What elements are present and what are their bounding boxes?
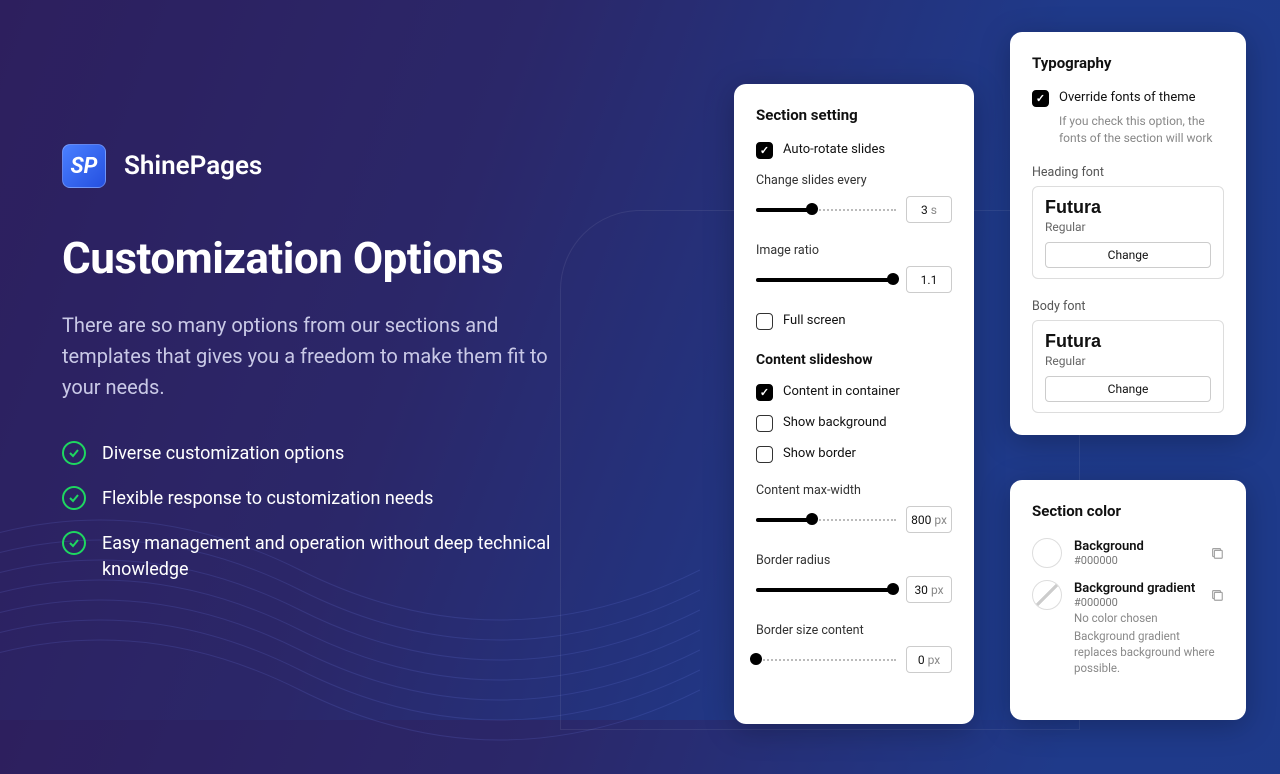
max-width-value[interactable]: 800px [906, 506, 952, 533]
body-font-name: Futura [1045, 331, 1211, 352]
border-radius-slider[interactable] [756, 587, 896, 593]
heading-font-label: Heading font [1032, 165, 1224, 180]
gradient-color-row[interactable]: Background gradient #000000 [1032, 580, 1224, 610]
image-ratio-slider[interactable] [756, 277, 896, 283]
border-radius-label: Border radius [756, 553, 952, 568]
change-slides-value[interactable]: 3s [906, 196, 952, 223]
section-color-panel: Section color Background #000000 Backgro… [1010, 480, 1246, 720]
feature-text: Flexible response to customization needs [102, 486, 433, 511]
heading-font-name: Futura [1045, 197, 1211, 218]
show-border-label: Show border [783, 446, 856, 461]
override-fonts-label: Override fonts of theme [1059, 90, 1196, 105]
background-color-row[interactable]: Background #000000 [1032, 538, 1224, 568]
check-circle-icon [62, 486, 86, 510]
content-slideshow-heading: Content slideshow [756, 352, 952, 368]
show-border-checkbox[interactable] [756, 446, 773, 463]
gradient-note-2: Background gradient replaces background … [1074, 628, 1224, 676]
image-ratio-label: Image ratio [756, 243, 952, 258]
change-slides-slider[interactable] [756, 207, 896, 213]
background-label: Background [1074, 539, 1198, 554]
gradient-label: Background gradient [1074, 581, 1198, 596]
typography-panel: Typography Override fonts of theme If yo… [1010, 32, 1246, 435]
change-heading-font-button[interactable]: Change [1045, 242, 1211, 268]
background-swatch[interactable] [1032, 538, 1062, 568]
border-size-slider[interactable] [756, 657, 896, 663]
feature-text: Easy management and operation without de… [102, 531, 562, 581]
show-background-checkbox[interactable] [756, 415, 773, 432]
section-setting-panel: Section setting Auto-rotate slides Chang… [734, 84, 974, 724]
full-screen-label: Full screen [783, 313, 846, 328]
body-font-label: Body font [1032, 299, 1224, 314]
body-font-box: Futura Regular Change [1032, 320, 1224, 413]
gradient-note-1: No color chosen [1074, 610, 1224, 626]
library-add-icon[interactable] [1210, 546, 1224, 560]
change-slides-label: Change slides every [756, 173, 952, 188]
lead-text: There are so many options from our secti… [62, 310, 582, 403]
feature-text: Diverse customization options [102, 441, 344, 466]
show-background-label: Show background [783, 415, 887, 430]
content-container-checkbox[interactable] [756, 384, 773, 401]
gradient-hex: #000000 [1074, 596, 1198, 609]
brand-logo: SP [62, 144, 106, 188]
feature-item: Diverse customization options [62, 441, 602, 466]
brand-row: SP ShinePages [62, 144, 602, 188]
brand-name: ShinePages [124, 151, 262, 181]
override-fonts-checkbox[interactable] [1032, 90, 1049, 107]
content-container-label: Content in container [783, 384, 900, 399]
max-width-label: Content max-width [756, 483, 952, 498]
full-screen-checkbox[interactable] [756, 313, 773, 330]
check-circle-icon [62, 441, 86, 465]
gradient-swatch[interactable] [1032, 580, 1062, 610]
border-size-value[interactable]: 0px [906, 646, 952, 673]
panel-title: Section setting [756, 106, 952, 124]
feature-item: Flexible response to customization needs [62, 486, 602, 511]
auto-rotate-label: Auto-rotate slides [783, 142, 885, 157]
max-width-slider[interactable] [756, 517, 896, 523]
library-add-icon[interactable] [1210, 588, 1224, 602]
body-font-weight: Regular [1045, 354, 1211, 368]
check-circle-icon [62, 531, 86, 555]
heading-font-weight: Regular [1045, 220, 1211, 234]
heading-font-box: Futura Regular Change [1032, 186, 1224, 279]
panel-title: Typography [1032, 54, 1224, 72]
background-hex: #000000 [1074, 554, 1198, 567]
change-body-font-button[interactable]: Change [1045, 376, 1211, 402]
page-title: Customization Options [62, 232, 602, 284]
panel-title: Section color [1032, 502, 1224, 520]
image-ratio-value[interactable]: 1.1 [906, 266, 952, 293]
border-size-label: Border size content [756, 623, 952, 638]
override-hint: If you check this option, the fonts of t… [1059, 113, 1224, 147]
feature-item: Easy management and operation without de… [62, 531, 602, 581]
auto-rotate-checkbox[interactable] [756, 142, 773, 159]
border-radius-value[interactable]: 30px [906, 576, 952, 603]
